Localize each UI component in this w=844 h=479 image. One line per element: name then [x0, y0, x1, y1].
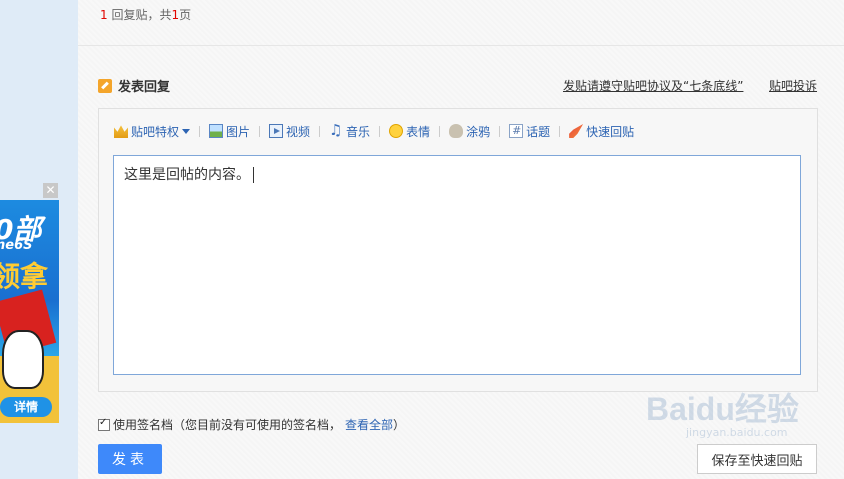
toolbar-separator	[439, 125, 441, 137]
ad-banner[interactable]: 0部 ne6S 领拿 详情	[0, 200, 59, 423]
page-count: 1	[171, 8, 180, 22]
toolbar-separator	[559, 125, 561, 137]
video-icon	[269, 124, 284, 138]
doodle-icon	[449, 124, 464, 138]
toolbar-privilege-label: 贴吧特权	[131, 124, 180, 139]
toolbar-topic[interactable]: 话题	[509, 123, 550, 140]
watermark-url: jingyan.baidu.com	[686, 426, 788, 439]
crown-icon	[114, 125, 128, 138]
reply-pager-suffix: 页	[179, 8, 192, 22]
signature-row: 使用签名档（您目前没有可使用的签名档， 查看全部 ）	[98, 416, 405, 433]
signature-checkbox[interactable]	[98, 417, 110, 431]
toolbar-separator	[379, 125, 381, 137]
toolbar-emoji[interactable]: 表情	[389, 123, 430, 140]
toolbar-image[interactable]: 图片	[209, 123, 250, 140]
toolbar-separator	[199, 125, 201, 137]
reply-content: 这里是回帖的内容。	[124, 167, 250, 183]
toolbar-music[interactable]: 音乐	[329, 121, 371, 140]
toolbar-video-label: 视频	[286, 124, 311, 139]
signature-close-paren: ）	[393, 418, 406, 432]
posting-rules-link[interactable]: 发贴请遵守贴吧协议及“七条底线”	[563, 77, 743, 94]
toolbar-separator	[319, 125, 321, 137]
close-icon[interactable]: ✕	[43, 183, 58, 198]
reply-header: 发表回复	[98, 76, 170, 95]
toolbar-separator	[499, 125, 501, 137]
toolbar-quick-reply[interactable]: 快速回贴	[569, 123, 634, 140]
topic-icon	[509, 124, 524, 138]
music-icon	[329, 121, 343, 139]
complaint-link[interactable]: 贴吧投诉	[769, 77, 817, 94]
submit-button[interactable]: 发表	[98, 444, 162, 474]
toolbar-music-label: 音乐	[346, 124, 371, 139]
view-all-link[interactable]: 查看全部	[345, 416, 393, 433]
rocket-icon	[569, 124, 584, 138]
toolbar-topic-label: 话题	[526, 124, 551, 139]
pencil-icon	[98, 78, 112, 93]
toolbar-doodle[interactable]: 涂鸦	[449, 123, 490, 140]
chevron-down-icon	[182, 128, 191, 134]
reply-pager-text: 回复贴，共	[107, 8, 172, 22]
toolbar-quick-reply-label: 快速回贴	[586, 124, 635, 139]
toolbar-doodle-label: 涂鸦	[466, 124, 491, 139]
ad-details-button[interactable]: 详情	[0, 397, 52, 417]
editor-toolbar: 贴吧特权 图片 视频 音乐 表情 涂鸦 话题 快速回贴	[114, 121, 634, 140]
toolbar-separator	[259, 125, 261, 137]
toolbar-video[interactable]: 视频	[269, 123, 310, 140]
reply-pager: 1 回复贴，共1页	[100, 6, 191, 23]
image-icon	[209, 124, 224, 138]
baidu-watermark: Baidu经验 jingyan.baidu.com	[646, 384, 799, 439]
glove-image	[2, 330, 44, 389]
save-quick-reply-button[interactable]: 保存至快速回贴	[697, 444, 817, 474]
reply-count: 1	[100, 8, 108, 22]
signature-label: 使用签名档（您目前没有可使用的签名档，	[113, 418, 342, 432]
ad-subline: ne6S	[0, 238, 33, 253]
toolbar-image-label: 图片	[226, 124, 251, 139]
text-cursor	[253, 167, 254, 183]
emoji-icon	[389, 124, 404, 138]
toolbar-privilege[interactable]: 贴吧特权	[114, 123, 191, 140]
reply-title: 发表回复	[118, 80, 171, 95]
reply-textarea[interactable]: 这里是回帖的内容。	[113, 155, 801, 375]
toolbar-emoji-label: 表情	[406, 124, 431, 139]
section-divider	[78, 45, 844, 46]
watermark-logo: Baidu经验	[646, 391, 799, 427]
